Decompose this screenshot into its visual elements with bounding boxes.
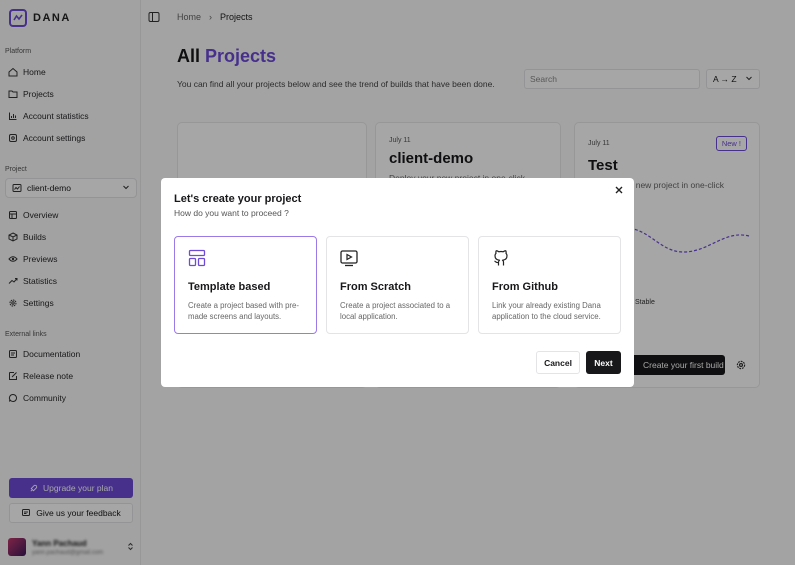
next-button[interactable]: Next <box>586 351 621 374</box>
play-screen-icon <box>340 249 358 267</box>
option-from-github[interactable]: From Github Link your already existing D… <box>478 236 621 334</box>
modal-title: Let's create your project <box>174 193 302 205</box>
option-from-scratch[interactable]: From Scratch Create a project associated… <box>326 236 469 334</box>
option-template-based[interactable]: Template based Create a project based wi… <box>174 236 317 334</box>
option-title: Template based <box>188 281 271 293</box>
option-description: Link your already existing Dana applicat… <box>492 301 601 321</box>
option-description: Create a project based with pre-made scr… <box>188 301 299 321</box>
close-icon[interactable] <box>614 186 624 196</box>
layout-icon <box>188 249 206 267</box>
option-title: From Github <box>492 281 558 293</box>
github-icon <box>492 249 510 267</box>
option-description: Create a project associated to a local a… <box>340 301 451 321</box>
modal-subtitle: How do you want to proceed ? <box>174 208 289 218</box>
create-project-modal: Let's create your project How do you wan… <box>161 178 634 387</box>
option-title: From Scratch <box>340 281 411 293</box>
cancel-button[interactable]: Cancel <box>536 351 580 374</box>
